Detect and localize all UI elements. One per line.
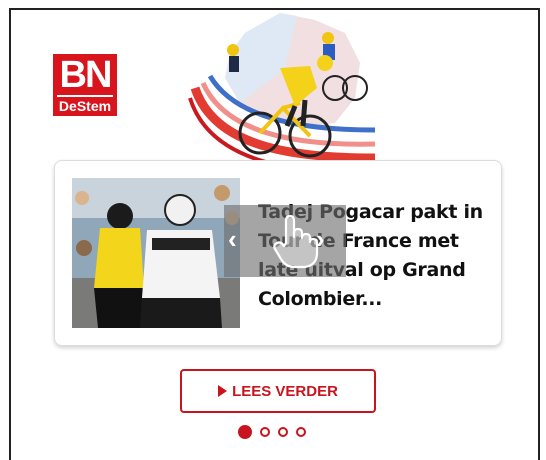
- swipe-hand-icon: [273, 214, 319, 269]
- tour-de-france-illustration: [188, 13, 376, 175]
- carousel-dot-2[interactable]: [260, 427, 270, 437]
- read-more-label: LEES VERDER: [232, 382, 338, 400]
- read-more-button[interactable]: LEES VERDER: [180, 369, 376, 413]
- cyclists-photo: [72, 178, 240, 328]
- carousel-dot-1[interactable]: [238, 425, 252, 439]
- carousel-pagination: [238, 425, 306, 439]
- logo-line2: DeStem: [57, 95, 113, 114]
- carousel-prev-icon[interactable]: ‹: [228, 224, 237, 254]
- play-triangle-icon: [218, 385, 228, 397]
- logo-line1: BN: [59, 54, 113, 96]
- carousel-dot-4[interactable]: [296, 427, 306, 437]
- bn-destem-logo[interactable]: BN DeStem: [53, 54, 117, 116]
- carousel-dot-3[interactable]: [278, 427, 288, 437]
